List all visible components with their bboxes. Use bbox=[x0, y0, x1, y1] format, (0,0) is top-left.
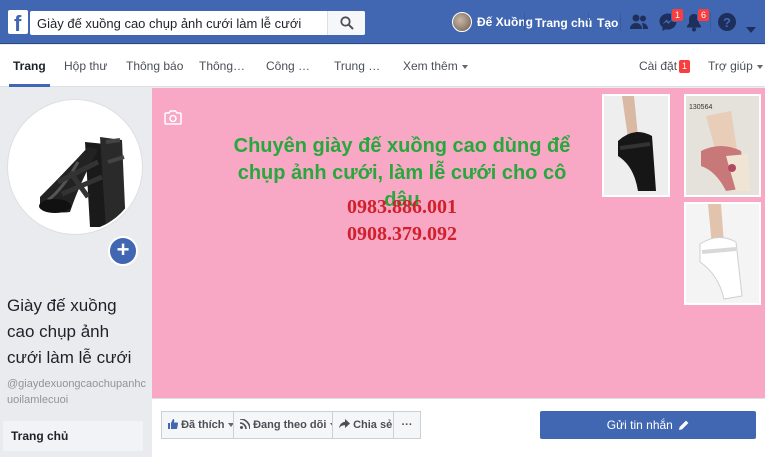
share-button[interactable]: Chia sẻ bbox=[332, 411, 400, 439]
home-link[interactable]: Trang chủ bbox=[535, 16, 592, 30]
divider bbox=[524, 13, 525, 31]
share-label: Chia sẻ bbox=[353, 419, 393, 431]
shoe-photo bbox=[684, 202, 761, 305]
tab-label: Xem thêm bbox=[403, 59, 458, 73]
send-message-button[interactable]: Gửi tin nhắn bbox=[540, 411, 756, 439]
messages-badge: 1 bbox=[670, 8, 684, 22]
photo-code: 130564 bbox=[689, 104, 712, 111]
help-button[interactable]: ? bbox=[717, 12, 737, 37]
tab-label: Cài đặt bbox=[639, 59, 678, 73]
tab-help[interactable]: Trợ giúp bbox=[708, 45, 763, 87]
like-label: Đã thích bbox=[181, 419, 225, 431]
tab-label: Trang bbox=[13, 59, 46, 73]
tab-label: Thông báo bbox=[126, 59, 184, 73]
tab-page[interactable]: Trang bbox=[9, 45, 50, 87]
page-action-bar: Đã thích Đang theo dõi Chia sẻ ··· Gửi t… bbox=[152, 398, 765, 457]
tab-inbox[interactable]: Hộp thư bbox=[64, 45, 107, 87]
profile-picture[interactable] bbox=[8, 100, 142, 234]
tab-label: Trợ giúp bbox=[708, 59, 753, 73]
follow-button[interactable]: Đang theo dõi bbox=[233, 411, 344, 439]
cover-photo[interactable]: Chuyên giày đế xuồng cao dùng để chụp ản… bbox=[152, 88, 765, 398]
wedge-shoe-image bbox=[10, 102, 140, 232]
tab-label: Thông… bbox=[199, 59, 246, 73]
search-input[interactable] bbox=[30, 11, 330, 35]
tab-label: Hộp thư bbox=[64, 59, 108, 73]
tab-more[interactable]: Xem thêm bbox=[403, 45, 468, 87]
svg-text:?: ? bbox=[723, 15, 731, 30]
divider bbox=[588, 13, 589, 31]
headline-line: Chuyên giày đế xuồng cao dùng để bbox=[233, 135, 571, 157]
help-icon: ? bbox=[718, 13, 736, 31]
rss-icon bbox=[239, 418, 251, 430]
notifications-badge: 6 bbox=[696, 8, 710, 22]
create-link[interactable]: Tạo bbox=[597, 16, 618, 30]
friends-icon bbox=[630, 14, 648, 29]
profile-link[interactable]: Đế Xuồng bbox=[452, 11, 533, 33]
top-navigation-bar: f Đế Xuồng Trang chủ Tạo 1 6 ? bbox=[0, 0, 765, 44]
caret-down-icon bbox=[461, 64, 468, 69]
tab-insights[interactable]: Thông… bbox=[199, 45, 245, 87]
messages-button[interactable]: 1 bbox=[658, 8, 684, 37]
page-title: Giày đế xuồng cao chụp ảnh cưới làm lễ c… bbox=[7, 296, 132, 367]
more-icon: ··· bbox=[401, 419, 413, 431]
sidebar-item-home[interactable]: Trang chủ bbox=[3, 421, 143, 451]
follow-label: Đang theo dõi bbox=[253, 419, 327, 431]
tab-label: Công … bbox=[266, 59, 311, 73]
tab-notifications[interactable]: Thông báo bbox=[126, 45, 183, 87]
avatar bbox=[452, 12, 472, 32]
thumbs-up-icon bbox=[168, 419, 179, 429]
tab-settings[interactable]: Cài đặt 1 bbox=[639, 45, 691, 87]
share-arrow-icon bbox=[339, 419, 350, 429]
tab-label: Trung … bbox=[334, 59, 381, 73]
caret-down-icon bbox=[746, 27, 756, 33]
page-sidebar: + Giày đế xuồng cao chụp ảnh cưới làm lễ… bbox=[0, 88, 151, 457]
facebook-logo-icon[interactable]: f bbox=[8, 10, 28, 36]
search-icon bbox=[340, 16, 354, 30]
page-username[interactable]: @giaydexuongcaochupanhcuoilamlecuoi bbox=[7, 376, 149, 408]
camera-icon[interactable] bbox=[164, 110, 182, 125]
search-button[interactable] bbox=[327, 11, 365, 35]
notifications-button[interactable]: 6 bbox=[684, 8, 710, 37]
divider bbox=[620, 13, 621, 31]
shoe-photo bbox=[602, 94, 670, 197]
pencil-icon bbox=[679, 420, 689, 430]
phone-number: 0983.886.001 bbox=[347, 196, 457, 218]
search-box bbox=[30, 11, 365, 35]
like-button[interactable]: Đã thích bbox=[161, 411, 242, 439]
phone-number: 0908.379.092 bbox=[347, 223, 457, 245]
send-message-label: Gửi tin nhắn bbox=[606, 418, 673, 432]
shoe-photo: 130564 bbox=[684, 94, 761, 197]
caret-down-icon bbox=[756, 64, 763, 69]
more-options-button[interactable]: ··· bbox=[393, 411, 421, 439]
tab-center[interactable]: Trung … bbox=[334, 45, 380, 87]
update-profile-picture-button[interactable]: + bbox=[108, 236, 138, 266]
friend-requests-button[interactable] bbox=[629, 12, 649, 37]
settings-badge: 1 bbox=[679, 60, 691, 73]
tab-tools[interactable]: Công … bbox=[266, 45, 310, 87]
page-tabs: Trang Hộp thư Thông báo Thông… Công … Tr… bbox=[0, 45, 765, 87]
divider bbox=[710, 13, 711, 31]
account-menu-button[interactable] bbox=[746, 20, 756, 38]
